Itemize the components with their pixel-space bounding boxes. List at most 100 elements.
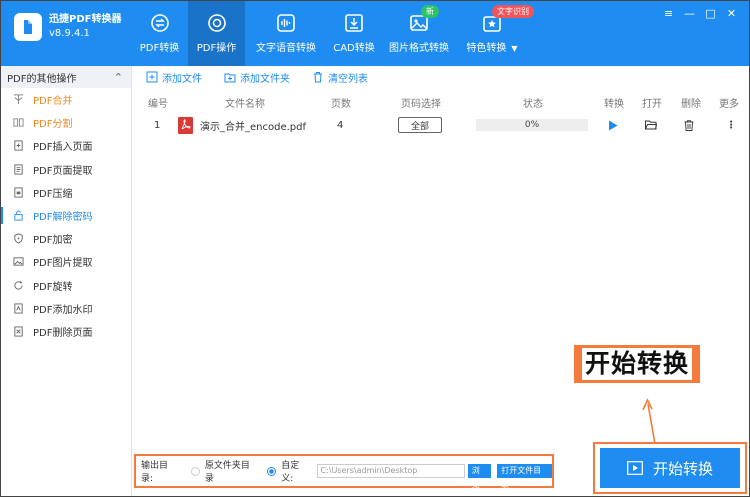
add-file-label: 添加文件 <box>162 73 202 85</box>
nav-cad-convert[interactable]: CAD转换 <box>327 1 381 66</box>
col-filename: 文件名称 <box>225 98 265 110</box>
row-filename-cell: 演示_合并_encode.pdf <box>178 114 306 136</box>
sidebar-item-label: PDF解除密码 <box>33 212 93 224</box>
nav-label: PDF转换 <box>139 43 180 54</box>
page-select-button[interactable]: 全部 <box>398 117 442 133</box>
nav-pdf-convert[interactable]: PDF转换 <box>131 1 188 66</box>
maximize-icon[interactable]: □ <box>701 6 720 22</box>
window-controls: ≡ — □ ✕ <box>657 6 741 22</box>
sidebar-item-watermark[interactable]: PDF添加水印 <box>1 297 131 320</box>
radio-custom-folder[interactable] <box>267 466 277 476</box>
page-select-cell: 全部 <box>398 114 442 136</box>
nav-label: 特色转换 <box>466 43 507 54</box>
sidebar-item-unlock[interactable]: PDF解除密码 <box>1 204 131 227</box>
start-convert-callout: 开始转换 <box>574 345 700 383</box>
sidebar-item-label: PDF删除页面 <box>33 327 93 339</box>
nav-label: 图片格式转换 <box>389 43 449 54</box>
browse-button[interactable]: 浏览 <box>467 464 492 489</box>
new-badge: 新 <box>421 5 439 18</box>
play-icon[interactable] <box>608 120 618 131</box>
minimize-icon[interactable]: — <box>680 6 699 22</box>
col-delete: 删除 <box>681 98 701 110</box>
rotate-icon <box>14 280 23 290</box>
menu-icon[interactable]: ≡ <box>659 6 678 22</box>
clear-list-button[interactable]: 清空列表 <box>312 70 368 85</box>
row-pages: 4 <box>337 119 344 131</box>
col-pages: 页数 <box>331 98 351 110</box>
col-index: 编号 <box>148 98 168 110</box>
close-icon[interactable]: ✕ <box>722 6 741 22</box>
pdf-file-icon <box>178 116 193 134</box>
sidebar-item-extract-page[interactable]: PDF页面提取 <box>1 158 131 181</box>
sidebar-item-insert-page[interactable]: PDF插入页面 <box>1 134 131 157</box>
sidebar-item-label: PDF加密 <box>33 235 73 247</box>
sidebar-item-rotate[interactable]: PDF旋转 <box>1 274 131 297</box>
sidebar-item-image-extract[interactable]: PDF图片提取 <box>1 250 131 273</box>
insert-page-icon <box>14 140 23 152</box>
clear-list-label: 清空列表 <box>328 73 368 85</box>
sidebar-item-label: PDF插入页面 <box>33 142 93 154</box>
sidebar-item-label: PDF压缩 <box>33 188 73 200</box>
open-folder-button[interactable]: 打开文件目录 <box>497 464 553 489</box>
file-toolbar: 添加文件 添加文件夹 清空列表 <box>132 66 749 88</box>
delete-icon[interactable] <box>684 119 694 131</box>
pdf-operate-icon <box>207 14 226 32</box>
output-path-input[interactable]: C:\Users\admin\Desktop <box>316 464 465 478</box>
start-convert-button[interactable]: 开始转换 <box>600 448 740 488</box>
trash-icon <box>314 72 322 83</box>
open-cell <box>645 114 657 136</box>
merge-icon <box>13 94 24 105</box>
sidebar-item-label: PDF添加水印 <box>33 304 93 316</box>
nav-text-voice[interactable]: 文字语音转换 <box>245 1 327 66</box>
start-button-highlight: 开始转换 <box>593 442 747 494</box>
more-icon[interactable]: ⋮ <box>726 114 736 136</box>
radio-source-folder[interactable] <box>191 466 200 476</box>
col-more: 更多 <box>719 98 739 110</box>
add-folder-icon <box>224 73 236 83</box>
top-header: 迅捷PDF转换器 v8.9.4.1 PDF转换 PDF操作 文字语音转换 CAD… <box>1 1 749 66</box>
arrow-up-icon <box>642 398 656 445</box>
delete-page-icon <box>14 326 23 337</box>
delete-cell <box>684 114 694 136</box>
sidebar-item-compress[interactable]: PDF压缩 <box>1 181 131 204</box>
shield-icon <box>14 233 23 244</box>
nav-image-format[interactable]: 新 图片格式转换 <box>381 1 457 66</box>
unlock-icon <box>14 210 23 221</box>
add-folder-button[interactable]: 添加文件夹 <box>224 70 290 85</box>
app-name: 迅捷PDF转换器 <box>49 14 122 25</box>
watermark-icon <box>14 303 23 314</box>
sidebar-item-merge[interactable]: PDF合并 <box>1 88 131 111</box>
sidebar: PDF的其他操作 ⌃ PDF合并 PDF分割 PDF插入页面 PDF页面提取 P… <box>1 66 132 496</box>
pdf-convert-icon <box>150 14 169 32</box>
table-row[interactable]: 1 演示_合并_encode.pdf 4 全部 0% ⋮ <box>132 114 749 136</box>
col-page-select: 页码选择 <box>401 98 441 110</box>
start-convert-label: 开始转换 <box>652 459 713 478</box>
app-window: 迅捷PDF转换器 v8.9.4.1 PDF转换 PDF操作 文字语音转换 CAD… <box>0 0 750 497</box>
nav-special-convert[interactable]: 文字识别 特色转换 ▼ <box>457 1 534 66</box>
table-header: 编号 文件名称 页数 页码选择 状态 转换 打开 删除 更多 <box>132 94 749 110</box>
status-cell: 0% <box>476 114 588 136</box>
collapse-icon[interactable]: ⌃ <box>114 71 123 84</box>
sidebar-item-delete-page[interactable]: PDF删除页面 <box>1 320 131 343</box>
progress-bar: 0% <box>476 119 588 131</box>
nav-label: CAD转换 <box>333 43 375 54</box>
nav-label: 文字语音转换 <box>256 43 316 54</box>
folder-icon[interactable] <box>645 120 657 130</box>
nav-label: PDF操作 <box>196 43 237 54</box>
sidebar-item-split[interactable]: PDF分割 <box>1 111 131 134</box>
sidebar-item-label: PDF旋转 <box>33 281 73 293</box>
output-directory-bar: 输出目录: 原文件夹目录 自定义: C:\Users\admin\Desktop… <box>134 454 554 489</box>
sidebar-item-label: PDF合并 <box>33 96 73 108</box>
col-convert: 转换 <box>604 98 624 110</box>
cad-icon <box>345 14 363 32</box>
row-filename: 演示_合并_encode.pdf <box>200 121 307 133</box>
play-box-icon <box>627 461 643 475</box>
ocr-badge: 文字识别 <box>492 5 534 18</box>
nav-pdf-operate[interactable]: PDF操作 <box>188 1 245 66</box>
sidebar-item-encrypt[interactable]: PDF加密 <box>1 227 131 250</box>
output-label: 输出目录: <box>141 461 169 484</box>
main-nav: PDF转换 PDF操作 文字语音转换 CAD转换 新 图片格式转换 文字识别 特… <box>131 1 534 66</box>
add-folder-label: 添加文件夹 <box>240 73 290 85</box>
add-file-button[interactable]: 添加文件 <box>146 70 202 85</box>
sidebar-header[interactable]: PDF的其他操作 ⌃ <box>1 66 131 88</box>
